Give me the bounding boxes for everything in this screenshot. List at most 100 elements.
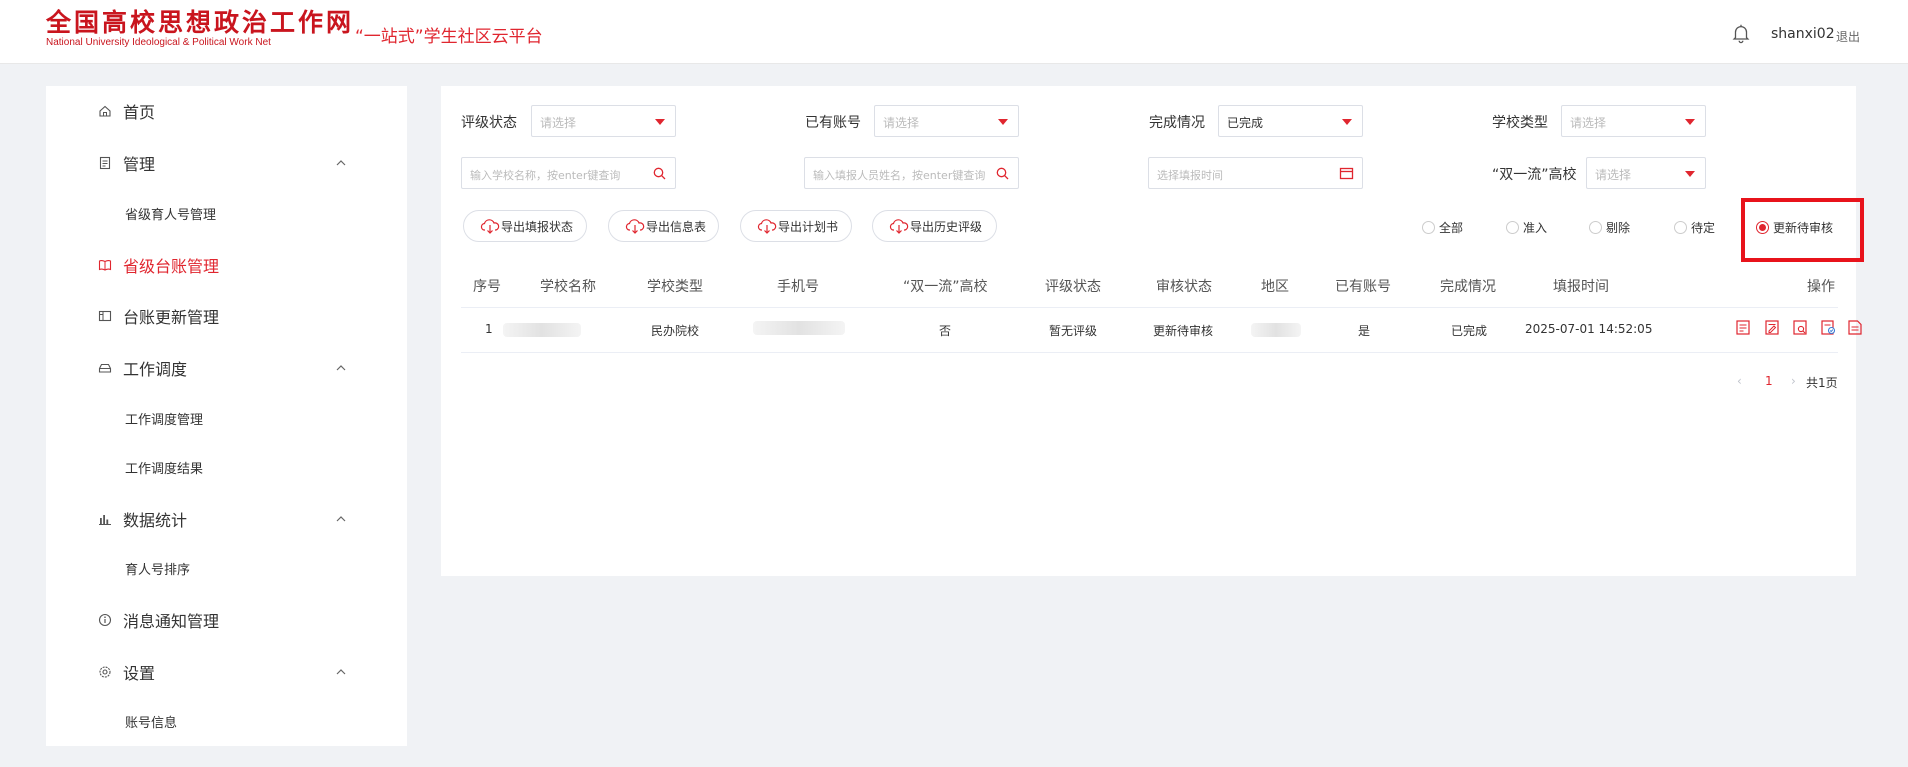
sidebar-item-ledger-update[interactable]: 台账更新管理: [46, 296, 407, 336]
cell-index: 1: [485, 322, 493, 336]
highlight-box: [1741, 198, 1864, 262]
sidebar-subitem-ranking[interactable]: 育人号排序: [46, 548, 407, 588]
has-account-select[interactable]: 请选择: [874, 105, 1019, 137]
button-label: 导出填报状态: [501, 219, 574, 234]
download-record-icon[interactable]: [1847, 319, 1863, 336]
rating-status-select[interactable]: 请选择: [531, 105, 676, 137]
next-page-icon[interactable]: ›: [1791, 374, 1796, 388]
logo-english-text: National University Ideological & Politi…: [46, 37, 271, 48]
search-icon[interactable]: [652, 166, 667, 181]
completion-select[interactable]: 已完成: [1218, 105, 1363, 137]
book-icon: [98, 260, 112, 271]
audit-record-icon[interactable]: [1792, 319, 1808, 336]
button-label: 导出信息表: [646, 219, 707, 234]
radio-label: 全部: [1439, 220, 1464, 235]
fill-time-picker[interactable]: 选择填报时间: [1148, 157, 1363, 189]
home-icon: [99, 105, 111, 117]
info-icon: [98, 613, 112, 627]
sidebar-subitem-province-account[interactable]: 省级育人号管理: [46, 193, 407, 233]
has-account-label: 已有账号: [805, 115, 861, 131]
sidebar-item-notifications[interactable]: 消息通知管理: [46, 600, 407, 640]
sidebar-item-home[interactable]: 首页: [46, 91, 407, 131]
export-fill-status-button[interactable]: 导出填报状态: [463, 210, 587, 242]
sidebar-item-manage[interactable]: 管理: [46, 143, 407, 183]
radio-all[interactable]: 全部: [1422, 219, 1463, 235]
site-logo[interactable]: 全国高校思想政治工作网 National University Ideologi…: [46, 8, 355, 48]
chevron-up-icon[interactable]: [335, 157, 347, 169]
sidebar-item-work-schedule[interactable]: 工作调度: [46, 348, 407, 388]
main-panel: 评级状态 请选择 已有账号 请选择 完成情况 已完成 学校类型 请选择 输入学校…: [441, 86, 1864, 576]
radio-admit[interactable]: 准入: [1506, 219, 1547, 235]
caret-down-icon: [655, 119, 665, 125]
chevron-up-icon[interactable]: [335, 666, 347, 678]
caret-down-icon: [1342, 119, 1352, 125]
sidebar-subitem-schedule-result[interactable]: 工作调度结果: [46, 447, 407, 487]
sidebar-subitem-schedule-manage[interactable]: 工作调度管理: [46, 398, 407, 438]
column-header-region: 地区: [1261, 279, 1289, 295]
radio-circle: [1506, 220, 1519, 234]
school-type-select[interactable]: 请选择: [1561, 105, 1706, 137]
double-first-label: “双一流”高校: [1492, 167, 1577, 183]
chevron-up-icon[interactable]: [335, 513, 347, 525]
edit-record-icon[interactable]: [1764, 319, 1780, 336]
cloud-download-icon: [480, 219, 500, 234]
document-icon: [99, 156, 111, 170]
sidebar-subitem-label: 工作调度结果: [125, 461, 204, 477]
caret-down-icon: [1685, 171, 1695, 177]
redacted-phone: [753, 321, 845, 335]
radio-circle: [1422, 220, 1435, 234]
cell-rating-status: 暂无评级: [1049, 324, 1098, 338]
radio-remove[interactable]: 剔除: [1589, 219, 1630, 235]
view-record-icon[interactable]: [1735, 319, 1751, 336]
bar-chart-icon: [99, 515, 111, 525]
search-icon[interactable]: [995, 166, 1010, 181]
tray-icon: [98, 363, 112, 373]
sidebar-subitem-account-info[interactable]: 账号信息: [46, 701, 407, 741]
calendar-icon[interactable]: [1339, 166, 1354, 181]
column-header-rating-status: 评级状态: [1045, 279, 1101, 295]
sidebar-item-label: 台账更新管理: [123, 308, 220, 327]
input-placeholder: 选择填报时间: [1157, 169, 1223, 182]
double-first-select[interactable]: 请选择: [1586, 157, 1706, 189]
table-divider: [461, 307, 1838, 308]
column-header-audit-status: 审核状态: [1156, 279, 1212, 295]
cloud-download-icon: [889, 219, 909, 234]
chevron-up-icon[interactable]: [335, 362, 347, 374]
redacted-region: [1251, 323, 1301, 337]
column-header-has-account: 已有账号: [1335, 279, 1391, 295]
sidebar-item-label: 管理: [123, 155, 156, 174]
sidebar-item-label: 数据统计: [123, 511, 188, 530]
sidebar-item-label: 消息通知管理: [123, 612, 220, 631]
rating-record-icon[interactable]: [1820, 319, 1836, 336]
select-placeholder: 请选择: [540, 116, 577, 130]
caret-down-icon: [998, 119, 1008, 125]
school-type-label: 学校类型: [1492, 115, 1548, 131]
export-plan-button[interactable]: 导出计划书: [740, 210, 852, 242]
cell-double-first: 否: [939, 324, 952, 338]
column-header-school-type: 学校类型: [647, 279, 703, 295]
username[interactable]: shanxi02: [1771, 26, 1835, 42]
completion-label: 完成情况: [1149, 115, 1205, 131]
top-header: 全国高校思想政治工作网 National University Ideologi…: [0, 0, 1908, 64]
select-placeholder: 请选择: [883, 116, 920, 130]
page-number-current[interactable]: 1: [1765, 374, 1773, 388]
cell-fill-time: 2025-07-01 14:52:05: [1525, 322, 1653, 336]
prev-page-icon[interactable]: ‹: [1737, 374, 1742, 388]
radio-label: 剔除: [1606, 220, 1631, 235]
logo-chinese-text: 全国高校思想政治工作网: [46, 8, 355, 37]
bell-icon[interactable]: [1730, 22, 1752, 44]
platform-title: “一站式”学生社区云平台: [355, 27, 543, 47]
radio-label: 准入: [1523, 220, 1548, 235]
radio-pending[interactable]: 待定: [1674, 219, 1715, 235]
caret-down-icon: [1685, 119, 1695, 125]
logout-link[interactable]: 退出: [1836, 28, 1860, 45]
sidebar-item-statistics[interactable]: 数据统计: [46, 499, 407, 539]
export-info-table-button[interactable]: 导出信息表: [608, 210, 719, 242]
school-search-input[interactable]: 输入学校名称，按enter键查询: [461, 157, 676, 189]
sidebar-item-province-ledger[interactable]: 省级台账管理: [46, 245, 407, 285]
filler-search-input[interactable]: 输入填报人员姓名，按enter键查询: [804, 157, 1019, 189]
sidebar-item-label: 省级台账管理: [123, 257, 220, 276]
export-history-rating-button[interactable]: 导出历史评级: [872, 210, 997, 242]
cell-completion: 已完成: [1451, 324, 1488, 338]
sidebar-item-settings[interactable]: 设置: [46, 652, 407, 692]
